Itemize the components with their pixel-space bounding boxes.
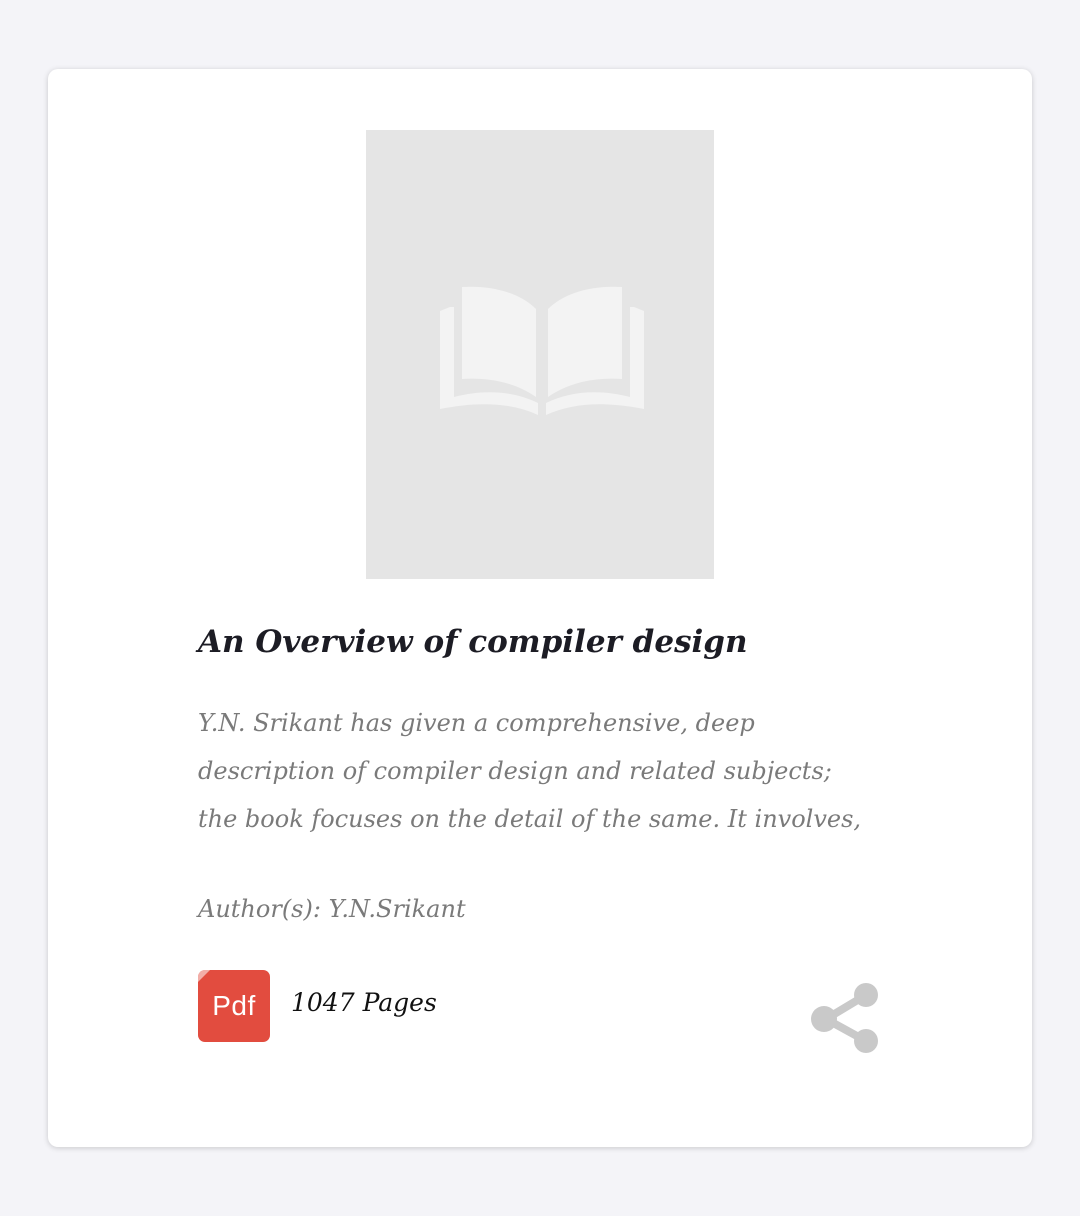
open-book-icon [440, 286, 644, 415]
pdf-badge-label: Pdf [212, 990, 256, 1021]
book-authors: Author(s): Y.N.Srikant [198, 895, 466, 923]
share-button[interactable] [808, 982, 882, 1056]
book-card: An Overview of compiler design Y.N. Srik… [48, 69, 1032, 1147]
description-line: Y.N. Srikant has given a comprehensive, … [198, 709, 755, 737]
book-description: Y.N. Srikant has given a comprehensive, … [198, 699, 878, 843]
description-line: the book focuses on the detail of the sa… [198, 805, 862, 833]
share-icon [811, 983, 878, 1053]
pdf-file-icon[interactable]: Pdf [198, 970, 270, 1042]
book-cover-placeholder[interactable] [366, 130, 714, 579]
page-count: 1047 Pages [291, 988, 437, 1017]
description-line: description of compiler design and relat… [198, 757, 832, 785]
book-title[interactable]: An Overview of compiler design [198, 622, 898, 662]
